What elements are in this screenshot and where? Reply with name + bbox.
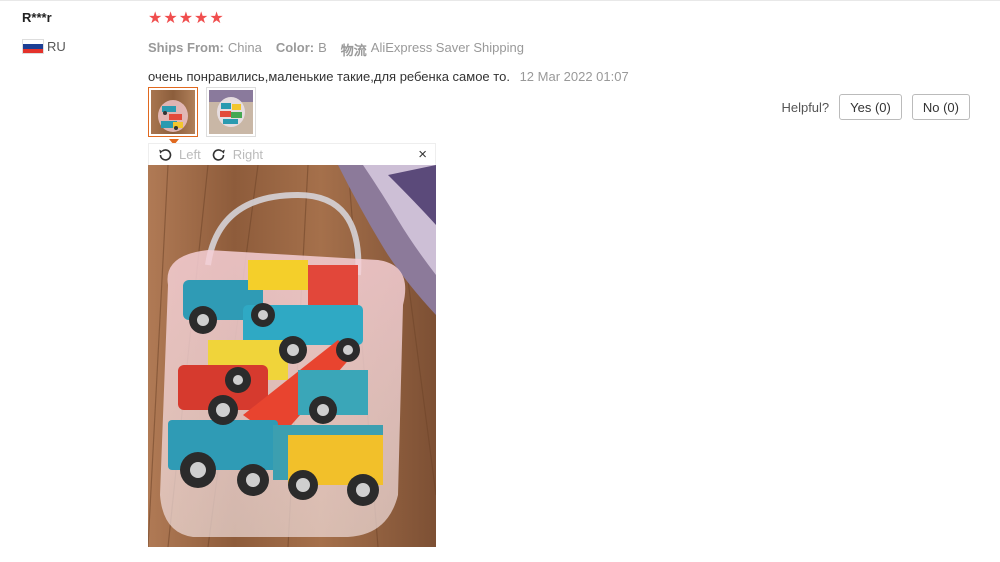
logistics-label: 物流 [340, 43, 367, 58]
helpful-votes: Helpful? Yes (0) No (0) [781, 94, 970, 120]
ships-from-label: Ships From: [148, 40, 224, 55]
viewer-toolbar: Left Right × [148, 143, 436, 165]
photo-thumbnails [148, 87, 256, 145]
ships-from-value: China [227, 40, 262, 55]
country-code: RU [47, 39, 66, 54]
photo-thumbnail-1[interactable] [148, 87, 198, 145]
buyer-country: RU [22, 39, 132, 54]
order-info: Ships From: China Color: B 物流 AliExpress… [148, 40, 768, 59]
color-label: Color: [275, 40, 315, 55]
star-icon: ★ [178, 10, 194, 27]
photo-viewer: Left Right × [148, 143, 436, 547]
helpful-yes-button[interactable]: Yes (0) [839, 94, 902, 120]
star-icon: ★ [148, 10, 163, 27]
buyer-name: R***r [22, 10, 52, 25]
color-value: B [318, 40, 327, 55]
close-icon[interactable]: × [418, 147, 427, 162]
helpful-label: Helpful? [781, 99, 830, 115]
buyer-info: R***r RU [22, 10, 132, 54]
review-date: 12 Mar 2022 01:07 [519, 69, 629, 84]
top-divider [0, 0, 1000, 1]
rotate-right-label: Right [232, 147, 264, 162]
rotate-left-button[interactable]: Left [157, 147, 201, 163]
star-icon: ★ [163, 10, 178, 27]
review-text: очень понравились,маленькие такие,для ре… [148, 69, 510, 84]
review-body: ★ ★ ★ ★ ★ Ships From: China Color: B 物流 … [148, 10, 768, 85]
star-rating: ★ ★ ★ ★ ★ [148, 10, 768, 28]
rotate-left-label: Left [179, 147, 201, 162]
rotate-right-icon [212, 148, 225, 161]
toy-bag-photo-thumbnail [151, 90, 195, 134]
star-icon: ★ [194, 10, 209, 27]
star-icon: ★ [209, 10, 224, 27]
logistics-value: AliExpress Saver Shipping [370, 40, 524, 55]
helpful-no-button[interactable]: No (0) [911, 94, 970, 120]
toy-bag-photo-thumbnail [209, 90, 253, 134]
review-text-row: очень понравились,маленькие такие,для ре… [148, 69, 768, 84]
rotate-right-button[interactable]: Right [211, 147, 263, 163]
russia-flag-icon [22, 39, 44, 54]
photo-thumbnail-2[interactable] [206, 87, 256, 137]
rotate-left-icon [159, 148, 172, 161]
toy-bag-photo-large [148, 165, 436, 547]
